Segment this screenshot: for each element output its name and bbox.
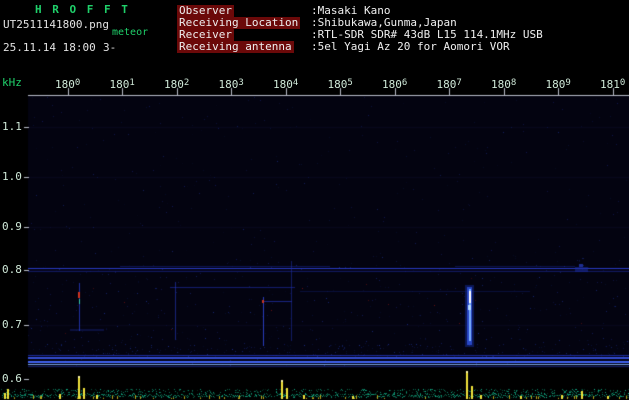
hrofft-window: H R O F F T UT2511141800.png meteor 25.1… bbox=[0, 0, 629, 400]
time-tick-label: 1809 bbox=[545, 78, 571, 91]
time-tick-label: 1805 bbox=[327, 78, 353, 91]
freq-unit-label: kHz bbox=[2, 76, 22, 89]
time-tick-label: 1800 bbox=[55, 78, 81, 91]
freq-tick-label: 0.6 bbox=[2, 372, 22, 385]
info-value: :5el Yagi Az 20 for Aomori VOR bbox=[311, 40, 510, 53]
time-tick-label: 1807 bbox=[436, 78, 462, 91]
header-info-row-antenna: Receiving antenna :5el Yagi Az 20 for Ao… bbox=[0, 41, 629, 53]
time-tick-label: 1802 bbox=[164, 78, 190, 91]
freq-tick-label: 0.7 bbox=[2, 318, 22, 331]
freq-tick-label: 0.9 bbox=[2, 220, 22, 233]
time-tick-label: 1801 bbox=[109, 78, 135, 91]
time-tick-label: 1803 bbox=[218, 78, 244, 91]
freq-tick-label: 1.1 bbox=[2, 120, 22, 133]
time-tick-label: 1808 bbox=[491, 78, 517, 91]
time-tick-label: 1810 bbox=[600, 78, 626, 91]
time-tick-label: 1806 bbox=[382, 78, 408, 91]
spectrogram-canvas bbox=[0, 0, 629, 400]
time-tick-label: 1804 bbox=[273, 78, 299, 91]
freq-tick-label: 1.0 bbox=[2, 170, 22, 183]
freq-tick-label: 0.8 bbox=[2, 263, 22, 276]
info-label: Receiving antenna bbox=[177, 40, 294, 53]
